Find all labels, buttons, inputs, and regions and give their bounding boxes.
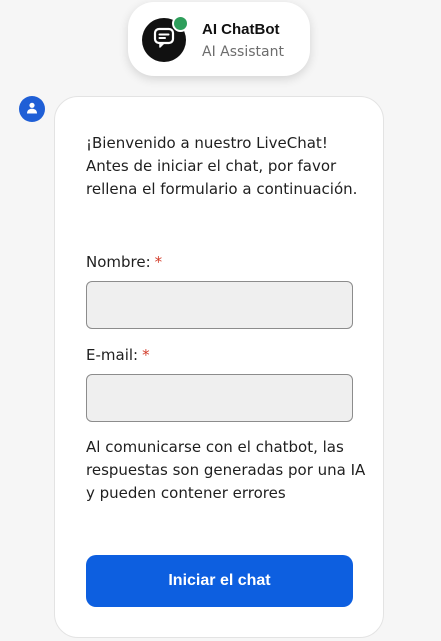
start-chat-button[interactable]: Iniciar el chat	[86, 555, 353, 607]
chat-widget: AI ChatBot AI Assistant ¡Bienvenido a nu…	[0, 0, 441, 641]
email-label: E-mail: *	[86, 346, 150, 364]
name-label-text: Nombre:	[86, 253, 151, 271]
required-marker: *	[142, 346, 150, 364]
agent-name: AI ChatBot	[202, 21, 280, 38]
email-label-text: E-mail:	[86, 346, 139, 364]
chat-bubble-icon	[152, 26, 176, 54]
agent-header-card: AI ChatBot AI Assistant	[128, 2, 310, 76]
ai-disclaimer: Al comunicarse con el chatbot, las respu…	[86, 438, 366, 502]
online-status-dot	[172, 15, 189, 32]
user-icon	[25, 100, 39, 119]
pre-chat-form-card: ¡Bienvenido a nuestro LiveChat! Antes de…	[54, 96, 384, 638]
agent-role: AI Assistant	[202, 44, 284, 60]
name-field[interactable]	[86, 281, 353, 329]
email-field[interactable]	[86, 374, 353, 422]
name-label: Nombre: *	[86, 253, 162, 271]
required-marker: *	[154, 253, 163, 271]
welcome-message: ¡Bienvenido a nuestro LiveChat! Antes de…	[86, 134, 358, 198]
message-avatar	[19, 96, 45, 122]
